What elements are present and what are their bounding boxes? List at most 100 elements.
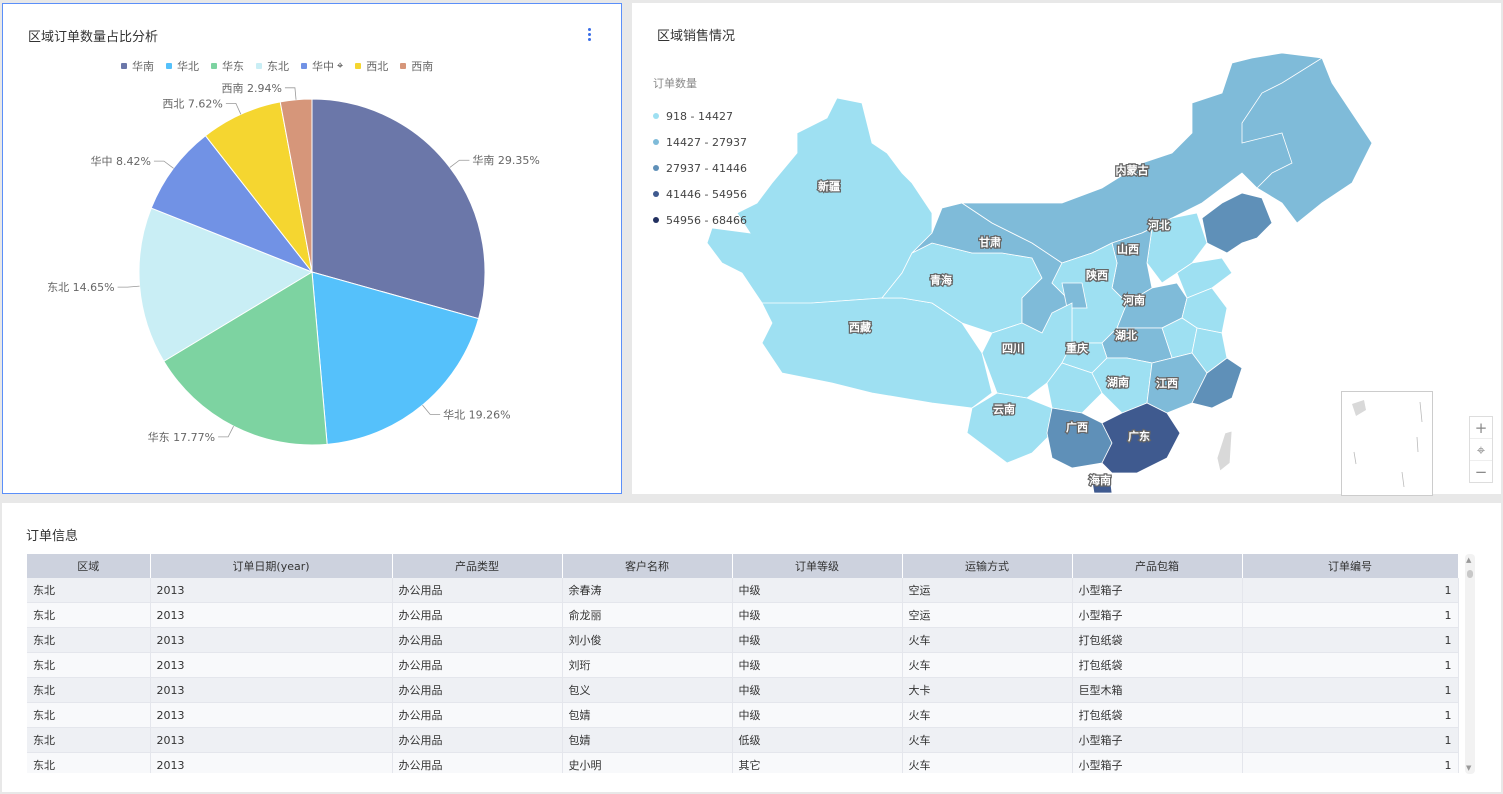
scroll-thumb[interactable] [1467, 570, 1473, 578]
map-legend-dot [653, 165, 659, 171]
province-label: 海南 [1089, 473, 1111, 487]
pie-slice-label: 华北 19.26% [443, 407, 510, 421]
pie-label-line [153, 160, 174, 169]
map-legend-item[interactable]: 14427 - 27937 [653, 129, 747, 155]
scroll-down-icon[interactable]: ▼ [1466, 764, 1471, 772]
table-cell: 小型箱子 [1072, 578, 1243, 603]
table-row[interactable]: 东北 2013 办公用品 刘珩 中级 火车 打包纸袋 1 [27, 652, 1459, 678]
map-controls: + ⌖ − [1469, 416, 1493, 483]
column-header[interactable]: 运输方式 [902, 554, 1073, 578]
pie-label-line [117, 285, 140, 288]
table-cell: 包婧 [562, 727, 733, 753]
table-cell: 火车 [902, 702, 1073, 728]
table-cell: 火车 [902, 752, 1073, 773]
table-row[interactable]: 东北 2013 办公用品 刘小俊 中级 火车 打包纸袋 1 [27, 627, 1459, 653]
table-cell: 办公用品 [392, 677, 563, 703]
table-cell: 办公用品 [392, 578, 563, 603]
legend-item[interactable]: 华东 [211, 58, 244, 74]
legend-swatch [400, 63, 407, 69]
table-cell: 2013 [150, 627, 393, 653]
table-cell: 空运 [902, 602, 1073, 628]
legend-label: 华东 [222, 60, 244, 73]
table-cell: 低级 [732, 727, 903, 753]
table-row[interactable]: 东北 2013 办公用品 包义 中级 大卡 巨型木箱 1 [27, 677, 1459, 703]
province-label: 西藏 [849, 320, 871, 334]
column-header[interactable]: 产品类型 [392, 554, 563, 578]
table-cell: 空运 [902, 578, 1073, 603]
pie-slice-label: 华中 8.42% [90, 154, 150, 168]
table-cell: 其它 [732, 752, 903, 773]
table-cell: 俞龙丽 [562, 602, 733, 628]
province-label: 广西 [1066, 420, 1088, 434]
table-row[interactable]: 东北 2013 办公用品 史小明 其它 火车 小型箱子 1 [27, 752, 1459, 773]
pie-label-line [284, 87, 297, 100]
pie-chart-panel: 区域订单数量占比分析 华南 29.35% 华北 19.26% 华东 17.77% 东北… [2, 3, 622, 494]
map-legend-label: 54956 - 68466 [666, 213, 747, 227]
scroll-up-icon[interactable]: ▲ [1466, 556, 1471, 564]
legend-label: 华中 [312, 60, 334, 73]
table-cell: 2013 [150, 677, 393, 703]
zoom-out-button[interactable]: − [1470, 461, 1492, 482]
column-header[interactable]: 区域 [27, 554, 151, 578]
legend-label: 华北 [177, 60, 199, 73]
zoom-in-button[interactable]: + [1470, 417, 1492, 439]
legend-label: 西南 [411, 60, 434, 73]
legend-item[interactable]: 华南 [121, 58, 154, 74]
map-legend-title: 订单数量 [653, 77, 697, 90]
map-legend-dot [653, 191, 659, 197]
map-legend-item[interactable]: 27937 - 41446 [653, 155, 747, 181]
table-cell: 东北 [27, 752, 151, 773]
column-header[interactable]: 订单等级 [732, 554, 903, 578]
legend-item[interactable]: 华北 [166, 58, 199, 74]
table-cell: 刘小俊 [562, 627, 733, 653]
column-header[interactable]: 订单编号 [1242, 554, 1459, 578]
map-legend-label: 918 - 14427 [666, 109, 733, 123]
map-legend-item[interactable]: 918 - 14427 [653, 103, 747, 129]
table-cell: 小型箱子 [1072, 752, 1243, 773]
legend-label: 西北 [366, 60, 389, 73]
crosshair-icon[interactable]: ⌖ [337, 59, 343, 73]
table-cell: 办公用品 [392, 602, 563, 628]
map-legend-dot [653, 113, 659, 119]
legend-item[interactable]: 华中 ⌖ [301, 58, 343, 74]
legend-item[interactable]: 西南 [400, 58, 433, 74]
table-cell: 1 [1242, 602, 1459, 628]
table-row[interactable]: 东北 2013 办公用品 包婧 中级 火车 打包纸袋 1 [27, 702, 1459, 728]
table-cell: 东北 [27, 602, 151, 628]
province-label: 陕西 [1086, 268, 1108, 282]
table-cell: 1 [1242, 627, 1459, 653]
table-cell: 1 [1242, 652, 1459, 678]
table-cell: 东北 [27, 702, 151, 728]
table-row[interactable]: 东北 2013 办公用品 包婧 低级 火车 小型箱子 1 [27, 727, 1459, 753]
province-label: 云南 [993, 402, 1015, 416]
table-cell: 中级 [732, 627, 903, 653]
table-row[interactable]: 东北 2013 办公用品 俞龙丽 中级 空运 小型箱子 1 [27, 602, 1459, 628]
table-cell: 1 [1242, 578, 1459, 603]
map-panel: 区域销售情况 新疆 内蒙古 甘肃 青海 西藏 河北 山西 陕西 河南 湖北 四川… [632, 3, 1501, 496]
legend-swatch [121, 63, 127, 69]
column-header[interactable]: 客户名称 [562, 554, 733, 578]
column-header[interactable]: 订单日期(year) [150, 554, 393, 578]
legend-swatch [355, 63, 362, 69]
legend-item[interactable]: 东北 [256, 58, 289, 74]
table-cell: 东北 [27, 677, 151, 703]
table-scrollbar[interactable]: ▲ ▼ [1465, 554, 1475, 774]
table-cell: 中级 [732, 652, 903, 678]
legend-label: 华南 [132, 60, 154, 73]
legend-item[interactable]: 西北 [355, 58, 388, 74]
map-legend: 订单数量 918 - 14427 14427 - 27937 27937 - 414… [653, 75, 747, 233]
province-taiwan[interactable] [1216, 430, 1233, 472]
province-label: 广东 [1128, 429, 1150, 443]
map-legend-item[interactable]: 54956 - 68466 [653, 207, 747, 233]
table-cell: 包婧 [562, 702, 733, 728]
table-cell: 办公用品 [392, 752, 563, 773]
map-legend-item[interactable]: 41446 - 54956 [653, 181, 747, 207]
table-cell: 打包纸袋 [1072, 652, 1243, 678]
table-row[interactable]: 东北 2013 办公用品 余春涛 中级 空运 小型箱子 1 [27, 578, 1459, 603]
province-guangxi[interactable] [1046, 407, 1113, 469]
locate-button[interactable]: ⌖ [1470, 439, 1492, 461]
column-header[interactable]: 产品包箱 [1072, 554, 1243, 578]
table-body: 东北 2013 办公用品 余春涛 中级 空运 小型箱子 1 东北 2013 办公用品 俞龙丽 中级 空运小… [27, 578, 1459, 773]
table-cell: 2013 [150, 752, 393, 773]
province-liaoning[interactable] [1201, 192, 1273, 254]
